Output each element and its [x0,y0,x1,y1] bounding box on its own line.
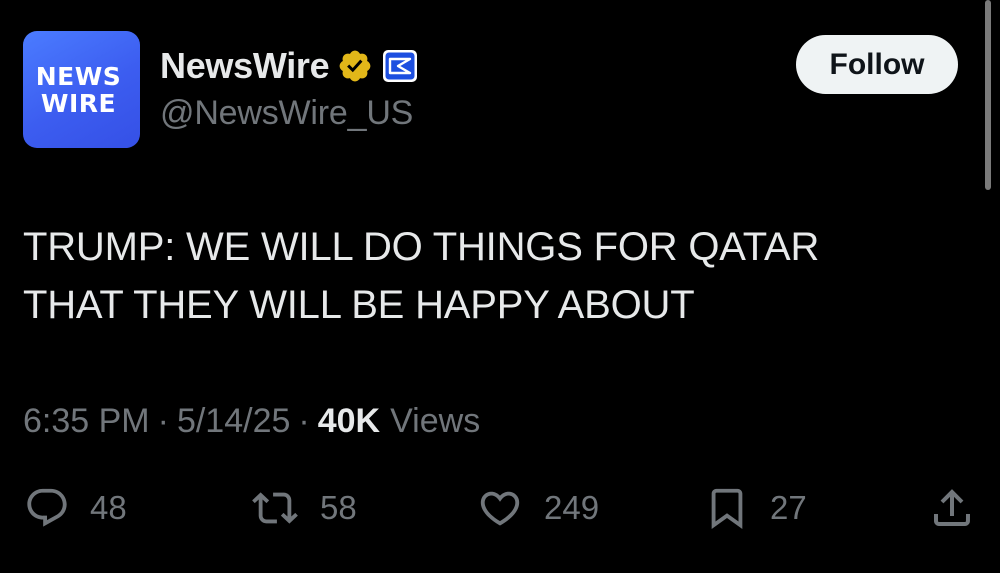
meta-separator: · [298,401,310,440]
like-count: 249 [544,489,600,526]
share-button[interactable] [928,480,976,536]
action-bar: 48 58 249 27 [0,480,1000,536]
repost-icon [252,492,298,524]
like-icon [480,491,520,526]
tweet-meta: 6:35 PM · 5/14/25 · 40K Views [23,398,480,444]
tweet-text-line1: TRUMP: WE WILL DO THINGS FOR QATAR [23,225,820,269]
reply-icon [27,488,67,527]
tweet-text-line2: THAT THEY WILL BE HAPPY ABOUT [23,283,695,327]
bookmark-icon [711,488,743,529]
repost-count: 58 [320,489,357,526]
avatar[interactable]: NEWS WIRE [23,31,140,148]
affiliate-badge-icon[interactable] [379,47,419,85]
tweet-text: TRUMP: WE WILL DO THINGS FOR QATAR THAT … [23,218,923,334]
follow-button[interactable]: Follow [796,35,958,94]
account-handle[interactable]: @NewsWire_US [160,94,413,133]
avatar-text-line1: NEWS [35,61,122,91]
avatar-text-line2: WIRE [40,88,117,118]
display-name-row: NewsWire [160,44,419,88]
like-button[interactable]: 249 [476,480,599,536]
bookmark-button[interactable]: 27 [704,480,807,536]
display-name[interactable]: NewsWire [160,45,330,87]
share-icon [934,489,970,526]
scrollbar[interactable] [985,0,991,190]
bookmark-count: 27 [770,489,807,526]
verified-badge-icon[interactable] [337,48,373,84]
reply-count: 48 [90,489,127,526]
repost-button[interactable]: 58 [250,480,357,536]
meta-separator: · [157,401,169,440]
views-count[interactable]: 40K [318,402,380,441]
tweet-time[interactable]: 6:35 PM [23,402,150,441]
tweet-date[interactable]: 5/14/25 [177,402,290,441]
reply-button[interactable]: 48 [24,480,127,536]
views-label[interactable]: Views [390,402,480,441]
